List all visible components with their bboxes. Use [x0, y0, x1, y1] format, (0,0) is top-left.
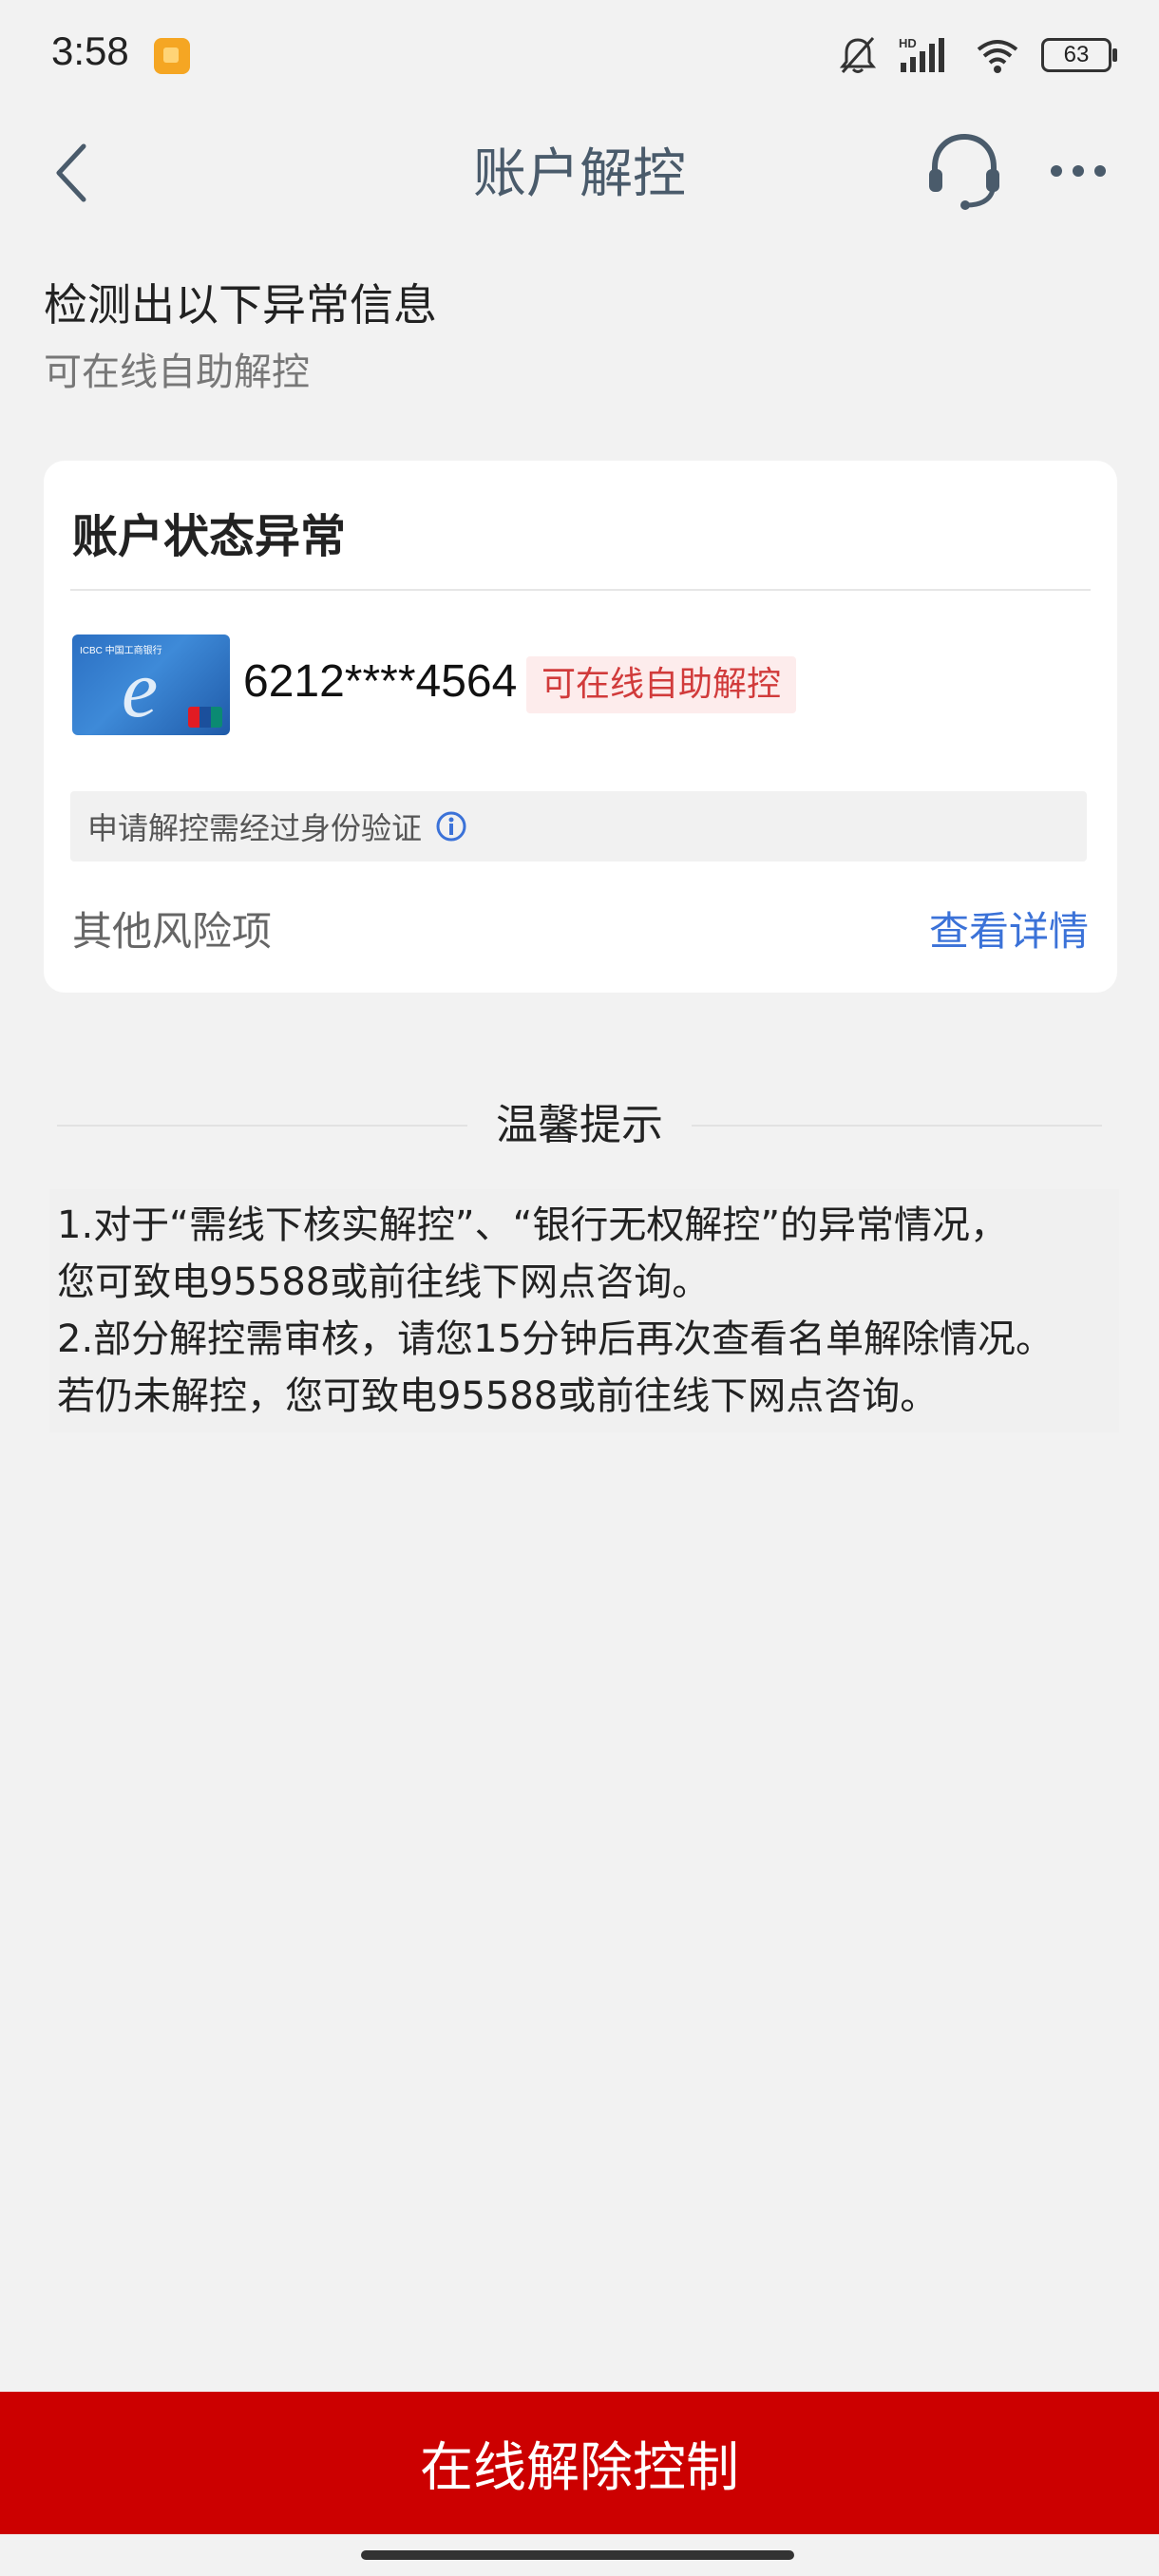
- status-time: 3:58: [51, 28, 129, 73]
- verify-notice-text: 申请解控需经过身份验证: [87, 810, 423, 846]
- divider: [70, 589, 1091, 591]
- tips-line: 2.部分解控需审核，请您15分钟后再次查看名单解除情况。: [57, 1317, 1054, 1361]
- card-title: 账户状态异常: [72, 510, 347, 563]
- tips-line: 若仍未解控，您可致电95588或前往线下网点咨询。: [57, 1374, 939, 1418]
- section-title: 检测出以下异常信息: [44, 279, 437, 331]
- bank-card-image: ICBC 中国工商银行 e: [72, 635, 230, 735]
- info-icon[interactable]: [435, 810, 467, 843]
- headset-icon[interactable]: [922, 127, 1007, 213]
- card-number: 6212****4564: [243, 656, 518, 707]
- tips-line: 您可致电95588或前往线下网点咨询。: [57, 1260, 711, 1304]
- online-unlock-button[interactable]: 在线解除控制: [0, 2392, 1159, 2534]
- account-status-card: 账户状态异常 ICBC 中国工商银行 e 6212****4564 可在线自助解…: [44, 461, 1117, 993]
- bank-card-emblem: e: [122, 643, 159, 734]
- hd-signal-icon: HD: [899, 36, 944, 72]
- tips-title-text: 温馨提示: [467, 1101, 692, 1149]
- battery-icon: 63: [1041, 38, 1117, 72]
- verify-notice: 申请解控需经过身份验证: [70, 791, 1087, 862]
- status-icons: HD 63: [838, 32, 1117, 78]
- tips-body: 1.对于“需线下核实解控”、“银行无权解控”的异常情况， 您可致电95588或前…: [49, 1189, 1119, 1432]
- tips-header: 温馨提示: [57, 1097, 1102, 1154]
- section-header: 检测出以下异常信息 可在线自助解控: [44, 275, 437, 397]
- svg-text:HD: HD: [899, 36, 917, 50]
- battery-level: 63: [1063, 42, 1090, 67]
- nav-bar: 账户解控: [0, 114, 1159, 228]
- other-risk-label: 其他风险项: [72, 908, 273, 955]
- view-details-link[interactable]: 查看详情: [929, 900, 1089, 957]
- home-indicator[interactable]: [361, 2550, 794, 2560]
- unionpay-logo-icon: [188, 707, 222, 728]
- section-subtitle: 可在线自助解控: [44, 350, 310, 394]
- tips-line: 1.对于“需线下核实解控”、“银行无权解控”的异常情况，: [57, 1203, 1009, 1247]
- wifi-icon: [977, 40, 1018, 73]
- status-bar: 3:58 HD 63: [0, 0, 1159, 114]
- mute-bell-icon: [839, 37, 877, 73]
- more-dots-icon[interactable]: [1036, 127, 1121, 213]
- tips-title: 温馨提示: [57, 1097, 1102, 1154]
- notification-app-icon: [154, 38, 190, 74]
- status-badge: 可在线自助解控: [526, 656, 797, 713]
